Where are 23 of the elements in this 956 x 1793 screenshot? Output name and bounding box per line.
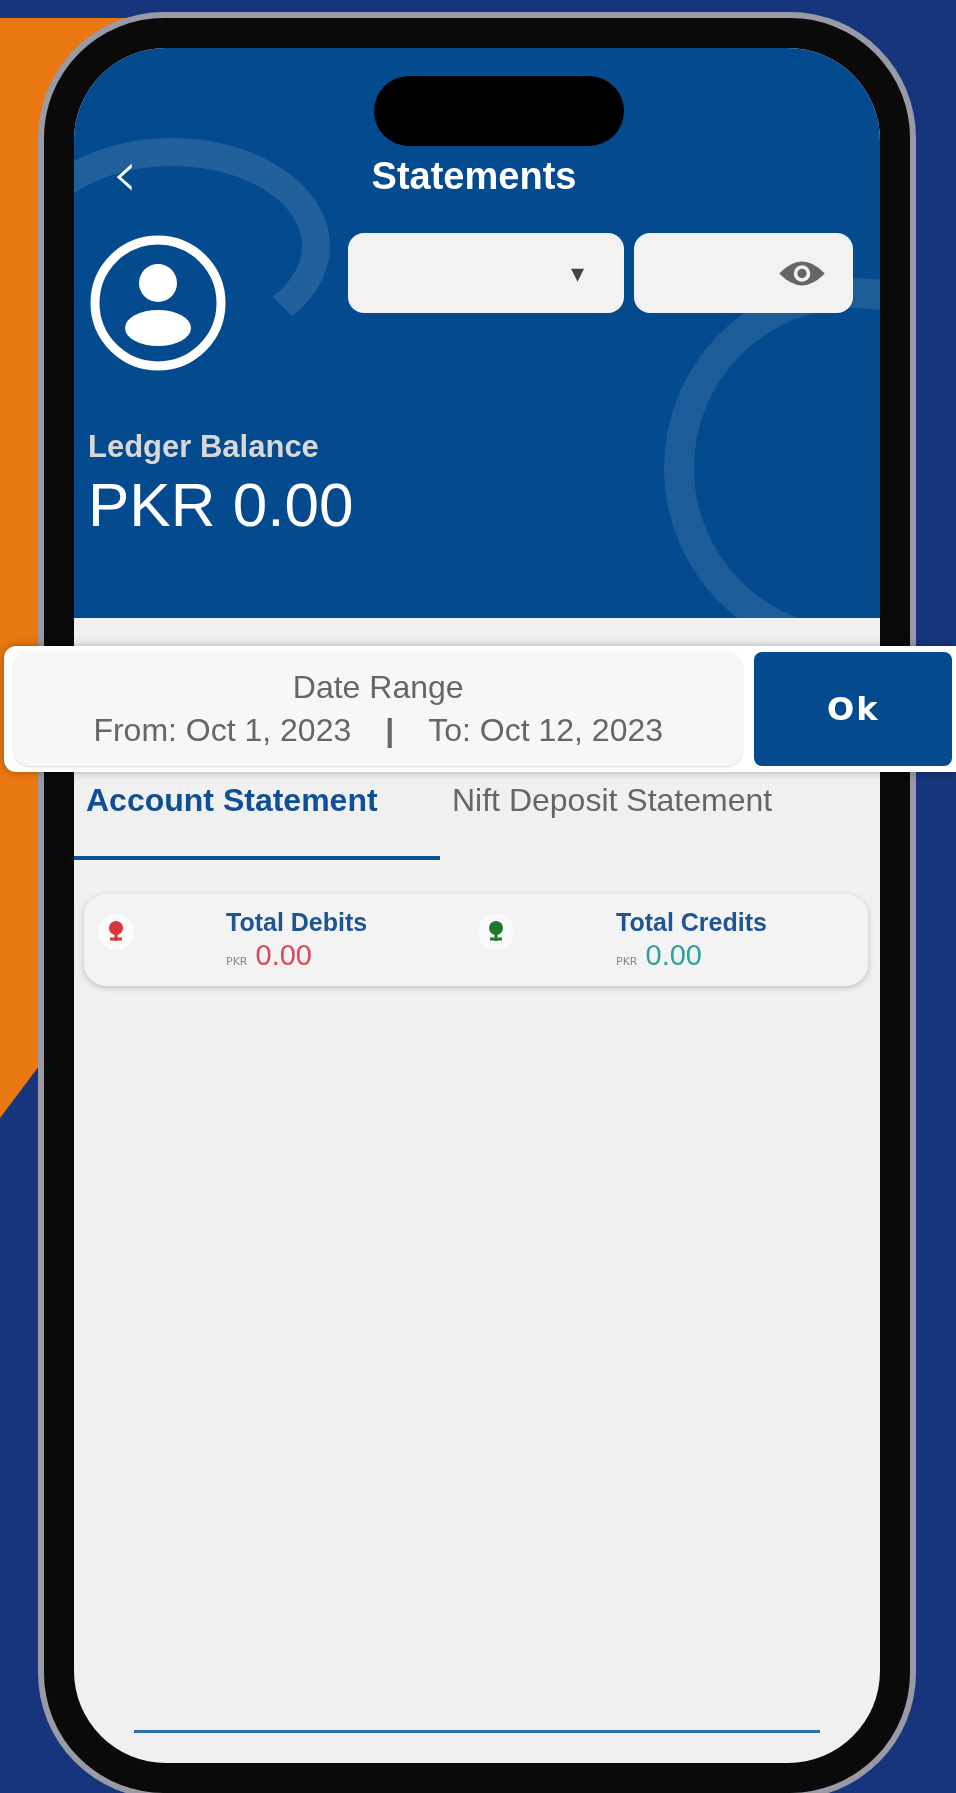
caret-icon: ▾ bbox=[570, 258, 584, 288]
ledger-balance-label: Ledger Balance bbox=[88, 429, 320, 465]
total-amount: 0.00 bbox=[255, 939, 312, 972]
total-label: Total Credits bbox=[616, 908, 767, 937]
date-range-title: Date Range bbox=[292, 669, 464, 706]
total-amount: 0.00 bbox=[645, 939, 702, 972]
account-dropdown[interactable]: ▾ bbox=[348, 233, 624, 313]
ok-button[interactable]: Ok bbox=[754, 652, 952, 766]
debit-pin-icon bbox=[96, 912, 136, 952]
total-label: Total Debits bbox=[226, 908, 368, 937]
user-avatar-icon bbox=[88, 233, 228, 373]
ledger-balance-amount: PKR 0.00 bbox=[88, 469, 355, 540]
credit-pin-icon bbox=[476, 912, 516, 952]
currency-label: PKR bbox=[226, 955, 248, 968]
separator: | bbox=[385, 712, 395, 749]
date-range-card[interactable]: Date Range From: Oct 1, 2023 | To: Oct 12, 2023 bbox=[14, 652, 743, 766]
to-date: To: Oct 12, 2023 bbox=[428, 712, 663, 749]
tab[interactable]: Nift Deposit Statement bbox=[440, 768, 785, 860]
from-date: From: Oct 1, 2023 bbox=[93, 712, 352, 749]
currency-label: PKR bbox=[616, 955, 638, 968]
balance-visibility-field[interactable] bbox=[634, 233, 853, 313]
screen-title: Statements bbox=[371, 154, 577, 198]
back-button[interactable]: ‹ bbox=[104, 146, 146, 202]
